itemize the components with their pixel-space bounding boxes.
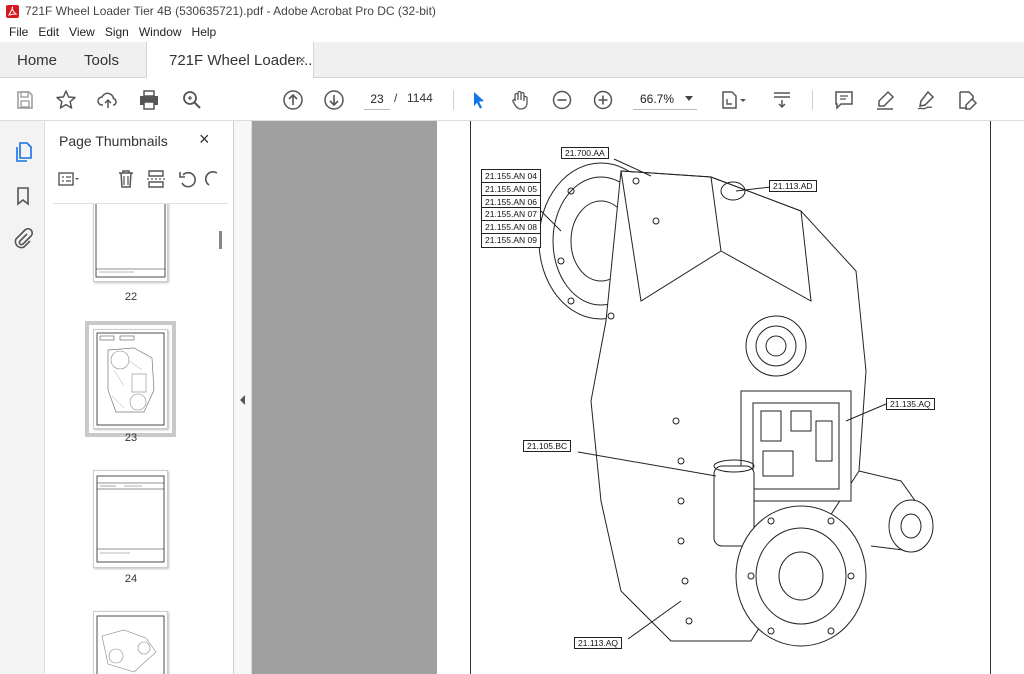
page-separator: / <box>394 91 398 105</box>
bookmark-icon[interactable] <box>12 185 34 207</box>
previous-page-icon[interactable] <box>281 88 305 112</box>
zoom-level-value: 66.7% <box>640 91 675 106</box>
close-panel-button[interactable]: × <box>199 129 210 150</box>
thumbnail-list[interactable]: 22 23 24 <box>53 203 228 674</box>
page-thumbnails-panel: Page Thumbnails × 22 23 24 <box>45 121 234 674</box>
page-number-input[interactable]: 23 <box>364 88 390 110</box>
scroll-mode-icon[interactable] <box>770 88 794 112</box>
window-title: 721F Wheel Loader Tier 4B (530635721).pd… <box>25 4 436 18</box>
toolbar: 23 / 1144 66.7% <box>0 78 1024 121</box>
highlight-pen-icon[interactable] <box>873 88 897 112</box>
part-callout: 21.155.AN 08 <box>482 221 540 234</box>
attachment-icon[interactable] <box>12 228 34 250</box>
part-callout: 21.155.AN 04 <box>482 170 540 183</box>
fill-sign-icon[interactable] <box>955 88 979 112</box>
menu-sign[interactable]: Sign <box>100 25 134 39</box>
chevron-down-icon[interactable] <box>738 88 748 112</box>
thumbnail-page-23[interactable] <box>85 321 176 437</box>
menu-edit[interactable]: Edit <box>33 25 64 39</box>
zoom-out-icon[interactable] <box>550 88 574 112</box>
rotate-left-icon[interactable] <box>177 168 199 190</box>
pdf-page: 21.700.AA 21.113.AD 21.135.AQ 21.105.BC … <box>470 121 991 674</box>
cloud-upload-icon[interactable] <box>96 88 120 112</box>
part-callout: 21.700.AA <box>561 147 609 159</box>
part-callout: 21.105.BC <box>523 440 572 452</box>
page-preview <box>96 615 165 674</box>
thumbnail-page-number: 24 <box>124 573 138 585</box>
tab-close-button[interactable]: × <box>298 52 306 67</box>
menu-help[interactable]: Help <box>187 25 222 39</box>
part-callout: 21.155.AN 09 <box>485 234 537 245</box>
part-callout-group: 21.155.AN 04 21.155.AN 05 21.155.AN 06 2… <box>481 169 541 248</box>
menu-window[interactable]: Window <box>134 25 187 39</box>
print-icon[interactable] <box>137 88 161 112</box>
thumbnail-scrollbar[interactable] <box>217 203 225 674</box>
toolbar-divider <box>812 90 813 110</box>
hand-tool-icon[interactable] <box>508 88 532 112</box>
thumbnail-toolbar <box>53 168 223 192</box>
document-view[interactable]: 21.700.AA 21.113.AD 21.135.AQ 21.105.BC … <box>252 121 1024 674</box>
title-bar: 721F Wheel Loader Tier 4B (530635721).pd… <box>0 0 1024 22</box>
thumbnail-page-22[interactable] <box>93 204 168 282</box>
total-pages: 1144 <box>407 91 433 105</box>
options-menu-icon[interactable] <box>57 168 79 190</box>
zoom-in-icon[interactable] <box>591 88 615 112</box>
tab-tools[interactable]: Tools <box>84 42 119 78</box>
tab-document-label: 721F Wheel Loader... <box>169 52 313 69</box>
bookmark-star-icon[interactable] <box>54 88 78 112</box>
thumbnail-page-number: 22 <box>124 291 138 303</box>
tab-home[interactable]: Home <box>17 42 57 78</box>
select-cursor-icon[interactable] <box>467 88 491 112</box>
draw-sign-icon[interactable] <box>914 88 938 112</box>
search-icon[interactable] <box>180 88 204 112</box>
page-preview <box>95 204 166 278</box>
thumbnail-page-number: 23 <box>124 432 138 444</box>
acrobat-icon <box>6 4 19 18</box>
panel-title: Page Thumbnails <box>59 133 168 149</box>
menu-view[interactable]: View <box>64 25 100 39</box>
part-callout: 21.135.AQ <box>886 398 935 410</box>
chevron-down-icon <box>685 96 693 101</box>
thumbnail-page-24[interactable] <box>93 470 168 568</box>
panel-collapse-handle[interactable] <box>234 121 252 674</box>
part-callout: 21.155.AN 07 <box>482 208 540 222</box>
toolbar-divider <box>453 90 454 110</box>
part-callout: 21.155.AN 06 <box>482 196 540 209</box>
next-page-icon[interactable] <box>322 88 346 112</box>
page-preview <box>96 475 165 563</box>
menu-file[interactable]: File <box>4 25 33 39</box>
extract-page-icon[interactable] <box>145 168 167 190</box>
rotate-right-icon[interactable] <box>205 168 219 190</box>
tab-document[interactable]: 721F Wheel Loader... × <box>146 42 314 79</box>
zoom-level-select[interactable]: 66.7% <box>633 88 697 110</box>
collapse-arrow-icon <box>240 395 245 405</box>
save-icon[interactable] <box>13 88 37 112</box>
part-callout: 21.113.AQ <box>574 637 623 649</box>
part-callout: 21.113.AD <box>769 180 817 192</box>
delete-page-icon[interactable] <box>115 168 137 190</box>
document-background <box>252 121 437 674</box>
part-callout: 21.155.AN 05 <box>482 183 540 196</box>
scrollbar-thumb[interactable] <box>219 231 222 249</box>
comment-icon[interactable] <box>832 88 856 112</box>
page-thumbnails-icon[interactable] <box>12 141 34 163</box>
menu-bar: File Edit View Sign Window Help <box>0 22 1024 42</box>
tab-bar: Home Tools 721F Wheel Loader... × <box>0 42 1024 79</box>
left-navigation-rail <box>0 121 45 674</box>
page-preview <box>96 332 165 426</box>
thumbnail-page-25[interactable] <box>93 611 168 674</box>
